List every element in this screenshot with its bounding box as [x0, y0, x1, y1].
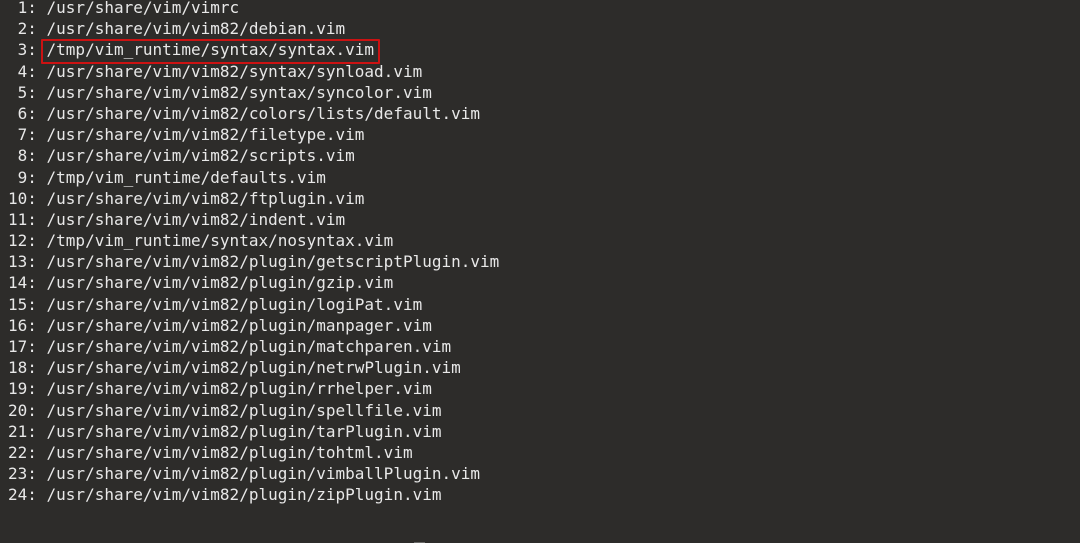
scriptnames-entry: 13: /usr/share/vim/vim82/plugin/getscrip… — [0, 251, 1080, 272]
scriptnames-entry: 8: /usr/share/vim/vim82/scripts.vim — [0, 145, 1080, 166]
entry-number: 21: — [8, 421, 47, 441]
entry-path: /usr/share/vim/vim82/filetype.vim — [46, 125, 365, 145]
scriptnames-entry: 5: /usr/share/vim/vim82/syntax/syncolor.… — [0, 82, 1080, 103]
entry-path: /usr/share/vim/vim82/plugin/getscriptPlu… — [46, 252, 500, 272]
scriptnames-entry: 18: /usr/share/vim/vim82/plugin/netrwPlu… — [0, 357, 1080, 378]
entry-number: 9: — [8, 167, 47, 187]
entry-number: 18: — [8, 358, 47, 378]
vim-press-enter-prompt[interactable]: Press ENTER or type command to continue — [0, 519, 1080, 543]
entry-number: 20: — [8, 400, 47, 420]
entry-path: /usr/share/vim/vim82/plugin/tarPlugin.vi… — [46, 421, 442, 441]
scriptnames-entry: 19: /usr/share/vim/vim82/plugin/rrhelper… — [0, 378, 1080, 399]
scriptnames-entry: 6: /usr/share/vim/vim82/colors/lists/def… — [0, 103, 1080, 124]
entry-number: 15: — [8, 294, 47, 314]
scriptnames-entry: 21: /usr/share/vim/vim82/plugin/tarPlugi… — [0, 421, 1080, 442]
entry-path: /usr/share/vim/vim82/plugin/vimballPlugi… — [46, 464, 481, 484]
scriptnames-entry: 11: /usr/share/vim/vim82/indent.vim — [0, 209, 1080, 230]
entry-path: /usr/share/vim/vim82/debian.vim — [46, 19, 346, 39]
scriptnames-entry: 23: /usr/share/vim/vim82/plugin/vimballP… — [0, 463, 1080, 484]
entry-path: /usr/share/vim/vim82/plugin/matchparen.v… — [46, 337, 452, 356]
entry-path: /tmp/vim_runtime/syntax/syntax.vim — [46, 40, 375, 60]
entry-path: /usr/share/vim/vim82/syntax/syncolor.vim — [46, 82, 432, 102]
scriptnames-entry: 2: /usr/share/vim/vim82/debian.vim — [0, 18, 1080, 39]
scriptnames-entry: 16: /usr/share/vim/vim82/plugin/manpager… — [0, 315, 1080, 336]
scriptnames-entry: 1: /usr/share/vim/vimrc — [0, 0, 1080, 18]
entry-number: 13: — [8, 252, 47, 272]
entry-path: /usr/share/vim/vim82/plugin/zipPlugin.vi… — [46, 485, 442, 505]
entry-path: /usr/share/vim/vim82/plugin/spellfile.vi… — [46, 400, 442, 420]
entry-path: /tmp/vim_runtime/syntax/nosyntax.vim — [46, 231, 394, 251]
scriptnames-entry: 24: /usr/share/vim/vim82/plugin/zipPlugi… — [0, 484, 1080, 505]
entry-path: /usr/share/vim/vim82/plugin/logiPat.vim — [46, 294, 423, 314]
entry-path: /usr/share/vim/vim82/plugin/rrhelper.vim — [46, 379, 432, 399]
entry-number: 7: — [8, 125, 47, 145]
scriptnames-entry: 10: /usr/share/vim/vim82/ftplugin.vim — [0, 188, 1080, 209]
scriptnames-entry: 12: /tmp/vim_runtime/syntax/nosyntax.vim — [0, 230, 1080, 251]
entry-number: 22: — [8, 442, 47, 462]
scriptnames-entry: 4: /usr/share/vim/vim82/syntax/synload.v… — [0, 61, 1080, 82]
entry-path: /usr/share/vim/vim82/plugin/manpager.vim — [46, 315, 432, 335]
entry-number: 23: — [8, 464, 47, 484]
scriptnames-entry: 17: /usr/share/vim/vim82/plugin/matchpar… — [0, 336, 1080, 357]
scriptnames-entry: 3: /tmp/vim_runtime/syntax/syntax.vim — [0, 39, 1080, 60]
entry-number: 16: — [8, 315, 47, 335]
entry-path: /usr/share/vim/vim82/plugin/netrwPlugin.… — [46, 358, 461, 378]
entry-number: 6: — [8, 103, 47, 123]
entry-path: /usr/share/vim/vim82/ftplugin.vim — [46, 188, 365, 208]
entry-number: 19: — [8, 379, 47, 399]
entry-number: 14: — [8, 273, 47, 293]
entry-path: /usr/share/vim/vimrc — [46, 0, 240, 17]
scriptnames-entry: 22: /usr/share/vim/vim82/plugin/tohtml.v… — [0, 442, 1080, 463]
entry-number: 11: — [8, 209, 47, 229]
entry-path: /usr/share/vim/vim82/indent.vim — [46, 209, 346, 229]
entry-number: 24: — [8, 485, 47, 505]
entry-number: 10: — [8, 188, 47, 208]
entry-number: 5: — [8, 82, 47, 102]
scriptnames-entry: 14: /usr/share/vim/vim82/plugin/gzip.vim — [0, 272, 1080, 293]
scriptnames-entry: 15: /usr/share/vim/vim82/plugin/logiPat.… — [0, 294, 1080, 315]
scriptnames-entry: 7: /usr/share/vim/vim82/filetype.vim — [0, 124, 1080, 145]
entry-number: 1: — [8, 0, 47, 17]
entry-path: /usr/share/vim/vim82/plugin/tohtml.vim — [46, 442, 413, 462]
entry-path: /usr/share/vim/vim82/syntax/synload.vim — [46, 61, 423, 81]
entry-path: /usr/share/vim/vim82/scripts.vim — [46, 146, 355, 166]
scriptnames-output: 1: /usr/share/vim/vimrc 2: /usr/share/vi… — [0, 0, 1080, 506]
entry-number: 17: — [8, 337, 47, 356]
terminal-screen[interactable]: 1: /usr/share/vim/vimrc 2: /usr/share/vi… — [0, 0, 1080, 543]
entry-number: 12: — [8, 231, 47, 251]
entry-path: /usr/share/vim/vim82/plugin/gzip.vim — [46, 273, 394, 293]
entry-number: 2: — [8, 19, 47, 39]
entry-path: /tmp/vim_runtime/defaults.vim — [46, 167, 326, 187]
entry-number: 3: — [8, 40, 47, 60]
scriptnames-entry: 9: /tmp/vim_runtime/defaults.vim — [0, 167, 1080, 188]
entry-path: /usr/share/vim/vim82/colors/lists/defaul… — [46, 103, 481, 123]
scriptnames-entry: 20: /usr/share/vim/vim82/plugin/spellfil… — [0, 400, 1080, 421]
entry-number: 4: — [8, 61, 47, 81]
entry-number: 8: — [8, 146, 47, 166]
